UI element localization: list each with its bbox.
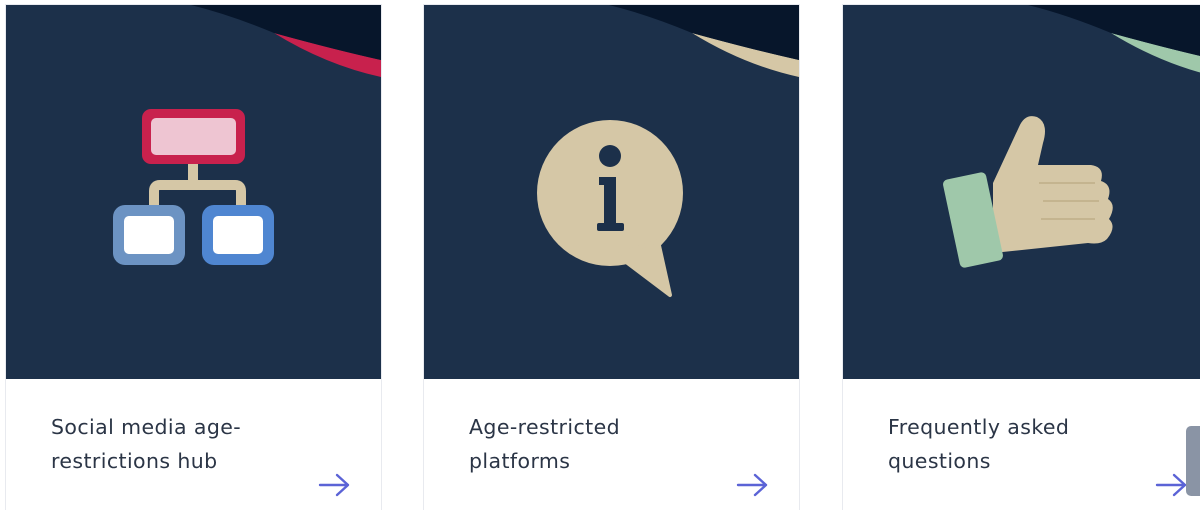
card-title[interactable]: Age-restricted platforms xyxy=(469,410,719,478)
sitemap-icon xyxy=(113,109,274,265)
card-social-media-hub[interactable]: Social media age-restrictions hub xyxy=(6,5,381,510)
card-faq[interactable]: Frequently asked questions xyxy=(843,5,1200,510)
card-title[interactable]: Social media age-restrictions hub xyxy=(51,410,301,478)
card-age-restricted-platforms[interactable]: Age-restricted platforms xyxy=(424,5,799,510)
card-illustration xyxy=(537,5,799,297)
card-title[interactable]: Frequently asked questions xyxy=(888,410,1138,478)
thumbs-up-icon xyxy=(943,116,1113,268)
card-illustration xyxy=(943,5,1200,268)
card-image xyxy=(843,5,1200,379)
arrow-right-icon[interactable] xyxy=(736,472,770,498)
card-image xyxy=(424,5,799,379)
info-speech-bubble-icon xyxy=(537,120,683,297)
corner-shape xyxy=(191,5,381,60)
side-feedback-tab[interactable] xyxy=(1186,426,1200,496)
corner-shape xyxy=(609,5,799,60)
arrow-right-icon[interactable] xyxy=(318,472,352,498)
card-illustration xyxy=(113,5,381,265)
arrow-right-icon[interactable] xyxy=(1155,472,1189,498)
card-image xyxy=(6,5,381,379)
